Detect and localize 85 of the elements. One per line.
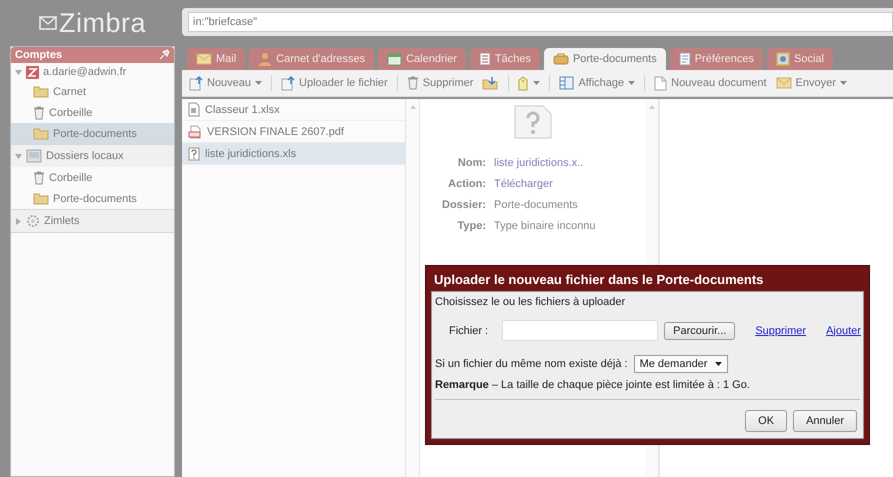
toolbar-button[interactable]: Nouveau	[186, 74, 266, 92]
tree-item[interactable]: Dossiers locaux	[11, 144, 174, 167]
field-label: Dossier:	[442, 199, 486, 211]
toolbar-button[interactable]: Affichage	[556, 74, 638, 92]
dropdown-caret-icon	[255, 81, 262, 85]
toolbar-button[interactable]: Nouveau document	[651, 74, 770, 92]
dropdown-caret-icon	[840, 81, 847, 85]
conflict-dropdown[interactable]: Me demander	[634, 355, 728, 373]
upload-icon	[281, 76, 296, 90]
tree-item[interactable]: Porte-documents	[11, 123, 174, 144]
app-tab[interactable]: Tâches	[470, 48, 540, 70]
logo-text: Zimbra	[58, 8, 146, 38]
dialog-button[interactable]: OK	[745, 410, 788, 432]
trash-icon	[33, 170, 45, 184]
folder-icon	[33, 192, 49, 205]
file-field[interactable]	[502, 320, 658, 341]
expand-arrow-icon	[15, 218, 22, 224]
app-tab[interactable]: Social	[767, 48, 833, 70]
document-icon	[678, 52, 691, 66]
tag-icon	[518, 76, 530, 90]
upload-icon	[189, 76, 203, 90]
pin-icon	[158, 49, 170, 61]
browse-button[interactable]: Parcourir...	[664, 322, 736, 340]
briefcase-icon	[552, 53, 569, 65]
tree-item[interactable]: Corbeille	[11, 167, 174, 188]
account-icon	[26, 66, 39, 78]
dialog-title: Uploader le nouveau fichier dans le Porte-documents	[433, 271, 764, 289]
spreadsheet-file-icon	[188, 102, 200, 117]
social-icon	[776, 52, 790, 66]
tree-item[interactable]: a.darie@adwin.fr	[11, 63, 174, 81]
action-link[interactable]: Ajouter	[826, 324, 861, 336]
toolbar-button[interactable]: Uploader le fichier	[278, 74, 391, 92]
checklist-icon	[478, 52, 491, 66]
toolbar-button[interactable]: Supprimer	[404, 74, 476, 92]
collapse-arrow-icon	[15, 68, 22, 76]
file-row[interactable]: liste juridictions.xls	[182, 143, 405, 165]
collapse-arrow-icon	[15, 152, 22, 160]
gear-icon	[26, 214, 40, 228]
trash-icon	[406, 76, 419, 90]
app-tab[interactable]: Porte-documents	[544, 48, 666, 70]
note-text: Remarque – La taille de chaque pièce jointe est limitée à : 1 Go.	[435, 379, 860, 400]
unknown-file-icon	[514, 105, 552, 139]
tree-item[interactable]: Porte-documents	[11, 188, 174, 209]
field-label: Fichier :	[449, 324, 488, 336]
field-label: Nom:	[456, 157, 486, 169]
field-value: Porte-documents	[494, 199, 579, 211]
tree-item[interactable]: Corbeille	[11, 102, 174, 123]
app-tab[interactable]: Carnet d'adresses	[249, 48, 374, 70]
unknown-file-icon	[188, 146, 200, 160]
field-value: Type binaire inconnu	[494, 220, 596, 232]
app-tab[interactable]: Mail	[187, 48, 246, 70]
envelope-icon	[776, 77, 792, 89]
field-link[interactable]: Télécharger	[494, 178, 596, 190]
layout-icon	[559, 76, 574, 90]
scroll-up-icon	[410, 105, 416, 109]
computer-icon	[26, 149, 42, 163]
action-link[interactable]: Supprimer	[755, 324, 806, 336]
tree-item[interactable]: Carnet	[11, 81, 174, 102]
folder-icon	[33, 127, 49, 140]
envelope-icon	[196, 53, 212, 65]
person-icon	[258, 52, 272, 66]
tree-item[interactable]: Zimlets	[11, 209, 174, 232]
envelope-logo-icon	[38, 16, 57, 30]
document-icon	[654, 76, 668, 90]
panel-title: Comptes	[15, 49, 62, 61]
field-link[interactable]: liste juridictions.x..	[494, 157, 596, 169]
toolbar-button[interactable]: Envoyer	[772, 75, 850, 91]
field-label: Action:	[447, 178, 486, 190]
folder-icon	[33, 85, 49, 98]
dropdown-caret-icon	[715, 362, 722, 366]
dropdown-caret-icon	[628, 81, 636, 85]
dropdown-caret-icon	[533, 81, 540, 85]
pdf-file-icon	[188, 124, 202, 138]
file-row[interactable]: Classeur 1.xlsx	[182, 99, 405, 121]
field-label: Type:	[456, 220, 486, 232]
app-tab[interactable]: Préférences	[670, 48, 764, 70]
field-label: Si un fichier du même nom existe déjà :	[435, 358, 628, 370]
dialog-button[interactable]: Annuler	[793, 410, 857, 432]
search-field[interactable]: in:"briefcase"	[188, 12, 893, 32]
calendar-icon	[387, 52, 402, 66]
instruction-text: Choisissez le ou les fichiers à uploader	[435, 296, 626, 308]
app-tab[interactable]: Calendrier	[378, 48, 466, 70]
scroll-up-icon	[648, 105, 654, 109]
trash-icon	[33, 106, 45, 120]
folder-arrow-icon	[482, 76, 500, 90]
